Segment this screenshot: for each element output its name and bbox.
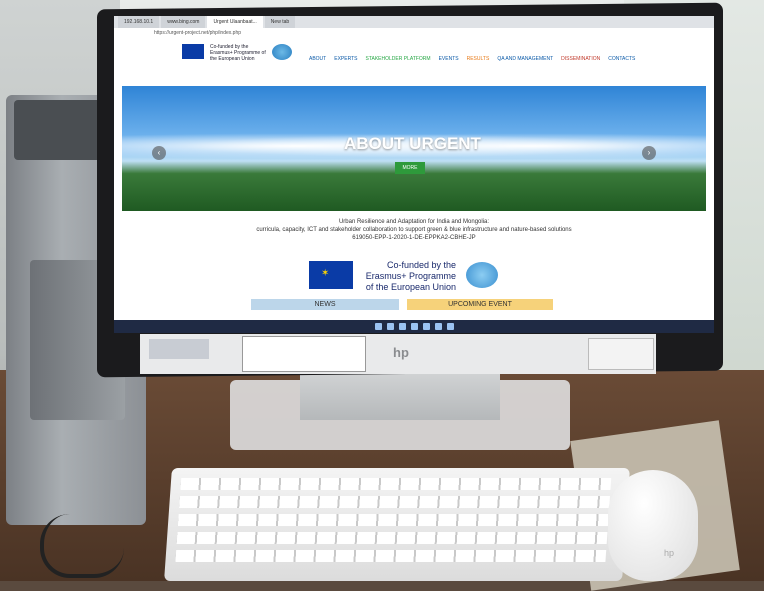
browser-tab-bar: 192.168.10.1 www.bing.com Urgent Ulaanba… [114, 16, 714, 28]
mouse[interactable] [608, 470, 698, 581]
nav-about[interactable]: ABOUT [309, 56, 326, 62]
cable [40, 514, 124, 578]
key-row [179, 496, 610, 508]
more-button[interactable]: MORE [395, 162, 425, 174]
photo-scene: 192.168.10.1 www.bing.com Urgent Ulaanba… [0, 0, 764, 591]
browser-tab-active[interactable]: Urgent Ulaanbaat... [207, 16, 263, 28]
key-row [180, 478, 612, 490]
eu-stars-icon: ✶ [321, 268, 330, 279]
browser-tab[interactable]: New tab [264, 16, 296, 28]
carousel-prev-icon[interactable]: ‹ [152, 146, 166, 160]
nav-events[interactable]: EVENTS [439, 56, 459, 62]
taskview-icon[interactable] [398, 323, 406, 330]
site-nav: ABOUT EXPERTS STAKEHOLDER PLATFORM EVENT… [309, 56, 635, 62]
nav-stakeholder-platform[interactable]: STAKEHOLDER PLATFORM [365, 56, 430, 62]
nav-experts[interactable]: EXPERTS [334, 56, 357, 62]
nav-qa-management[interactable]: QA AND MANAGEMENT [497, 56, 553, 62]
urgent-logo-large [466, 262, 498, 288]
hero-title: ABOUT URGENT [344, 134, 481, 153]
news-heading[interactable]: NEWS [251, 299, 399, 310]
hp-logo: hp [393, 345, 409, 360]
project-sticker [242, 336, 366, 372]
key-row [176, 532, 608, 544]
upcoming-event-heading[interactable]: UPCOMING EVENT [407, 299, 553, 310]
app-icon[interactable] [446, 323, 454, 330]
eu-flag-logo [182, 44, 204, 59]
nav-dissemination[interactable]: DISSEMINATION [561, 56, 600, 62]
eu-cofunded-text: Co-funded by the Erasmus+ Programme of t… [210, 44, 266, 62]
key-row [177, 514, 609, 526]
explorer-icon[interactable] [422, 323, 430, 330]
mouse-hp-logo: hp [664, 548, 675, 558]
keyboard[interactable] [164, 468, 630, 581]
monitor-screen: 192.168.10.1 www.bing.com Urgent Ulaanba… [114, 16, 714, 333]
key-row [175, 550, 607, 562]
edge-icon[interactable] [410, 323, 418, 330]
eu-cofunded-large-text: Co-funded by the Erasmus+ Programme of t… [365, 260, 456, 292]
project-code: 619050-EPP-1-2020-1-DE-EPPKA2-CBHE-JP [352, 235, 476, 241]
url-text: https://urgent-project.net/php/index.php [154, 30, 242, 36]
start-icon[interactable] [374, 323, 382, 330]
browser-tab[interactable]: 192.168.10.1 [118, 16, 160, 28]
project-title: Urban Resilience and Adaptation for Indi… [338, 219, 490, 225]
nav-contacts[interactable]: CONTACTS [608, 56, 635, 62]
search-icon[interactable] [386, 323, 394, 330]
windows-sticker [588, 338, 654, 370]
nav-results[interactable]: RESULTS [467, 56, 490, 62]
project-description: Urban Resilience and Adaptation for Indi… [234, 218, 594, 242]
urgent-logo[interactable] [272, 44, 292, 60]
browser-tab[interactable]: www.bing.com [161, 16, 206, 28]
carousel-next-icon[interactable]: › [642, 146, 656, 160]
chrome-icon[interactable] [434, 323, 442, 330]
asset-sticker [149, 339, 209, 359]
project-desc: curricula, capacity, ICT and stakeholder… [256, 227, 572, 233]
windows-taskbar [114, 320, 714, 333]
eu-flag-large [308, 260, 354, 290]
